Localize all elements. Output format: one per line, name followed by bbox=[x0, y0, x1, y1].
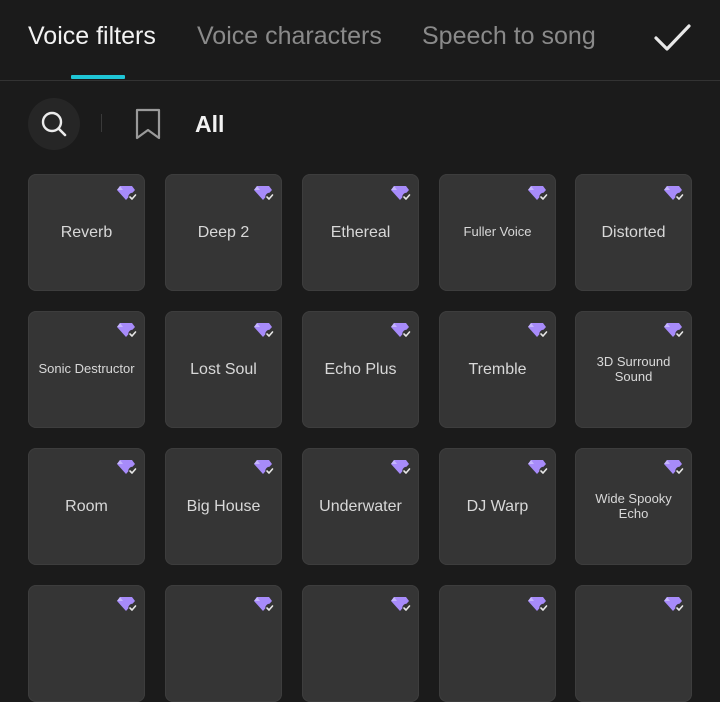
voice-filter-tile[interactable] bbox=[575, 585, 692, 702]
voice-filter-tile[interactable]: Lost Soul bbox=[165, 311, 282, 428]
voice-filter-tile[interactable] bbox=[439, 585, 556, 702]
voice-filter-tile[interactable]: Fuller Voice bbox=[439, 174, 556, 291]
voice-filter-label: Ethereal bbox=[330, 223, 391, 241]
voice-filter-label bbox=[169, 585, 278, 702]
voice-filter-label: Sonic Destructor bbox=[38, 361, 135, 377]
voice-filter-tile[interactable]: Wide Spooky Echo bbox=[575, 448, 692, 565]
voice-filter-label bbox=[443, 585, 552, 702]
voice-filter-label bbox=[306, 585, 415, 702]
voice-filter-label bbox=[579, 585, 688, 702]
voice-filter-tile[interactable] bbox=[28, 585, 145, 702]
voice-filter-tile[interactable] bbox=[165, 585, 282, 702]
voice-filter-tile[interactable]: Underwater bbox=[302, 448, 419, 565]
voice-filter-label: Big House bbox=[186, 497, 261, 515]
voice-filter-label: Fuller Voice bbox=[463, 224, 532, 240]
voice-filter-tile[interactable]: 3D Surround Sound bbox=[575, 311, 692, 428]
voice-filter-tile[interactable]: Reverb bbox=[28, 174, 145, 291]
voice-filter-label: Deep 2 bbox=[197, 223, 250, 241]
voice-filter-label: Underwater bbox=[319, 497, 402, 515]
voice-filter-label: Reverb bbox=[60, 223, 113, 241]
voice-filter-label: Echo Plus bbox=[324, 360, 397, 378]
voice-filter-label: Wide Spooky Echo bbox=[595, 491, 672, 521]
voice-filter-label: DJ Warp bbox=[466, 497, 529, 515]
voice-filter-grid: Reverb Deep 2 Ethereal Fuller Voice Distorte… bbox=[0, 0, 720, 702]
voice-filter-tile[interactable]: Tremble bbox=[439, 311, 556, 428]
voice-filter-label: Room bbox=[65, 497, 108, 515]
voice-filter-tile[interactable]: Sonic Destructor bbox=[28, 311, 145, 428]
voice-filter-tile[interactable]: Echo Plus bbox=[302, 311, 419, 428]
voice-filter-label bbox=[32, 585, 141, 702]
voice-filter-tile[interactable]: Ethereal bbox=[302, 174, 419, 291]
voice-filter-label: Tremble bbox=[468, 360, 527, 378]
voice-filter-label: Lost Soul bbox=[190, 360, 257, 378]
voice-filter-label: Distorted bbox=[601, 223, 666, 241]
voice-filter-tile[interactable] bbox=[302, 585, 419, 702]
voice-filter-tile[interactable]: Distorted bbox=[575, 174, 692, 291]
voice-filter-tile[interactable]: DJ Warp bbox=[439, 448, 556, 565]
voice-filter-tile[interactable]: Big House bbox=[165, 448, 282, 565]
voice-filter-tile[interactable]: Room bbox=[28, 448, 145, 565]
voice-filter-label: 3D Surround Sound bbox=[596, 354, 671, 384]
voice-filter-tile[interactable]: Deep 2 bbox=[165, 174, 282, 291]
